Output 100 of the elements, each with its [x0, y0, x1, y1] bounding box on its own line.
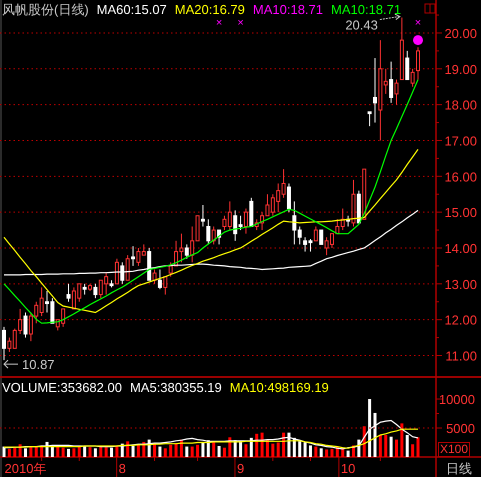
- volume-bar: [378, 434, 382, 457]
- high-price-label: 20.43: [345, 18, 378, 33]
- volume-bar: [164, 448, 167, 457]
- axis-tick-label: 10000: [438, 392, 475, 408]
- volume-bar: [308, 445, 312, 457]
- volume-bar: [142, 442, 146, 457]
- volume-bar: [336, 446, 339, 457]
- date-axis-label: 2010年: [4, 461, 46, 476]
- volume-bar: [153, 444, 156, 457]
- volume-bar: [29, 447, 32, 457]
- volume-bar: [158, 446, 162, 457]
- volume-bar: [325, 449, 328, 457]
- axis-tick-label: 19.00: [444, 62, 477, 77]
- volume-bar: [126, 441, 130, 457]
- volume-bar: [196, 444, 200, 457]
- leader-arrow: [3, 360, 18, 369]
- indicator-value: MA10:18.71: [252, 2, 323, 17]
- volume-bar: [271, 444, 274, 457]
- indicator-value: VOLUME:353682.00: [2, 380, 122, 395]
- volume-bar: [24, 448, 27, 457]
- cross-marker-icon: ×: [237, 17, 244, 29]
- volume-bar: [8, 448, 11, 457]
- volume-bar: [136, 444, 140, 457]
- axis-tick-label: 17.00: [444, 133, 477, 148]
- volume-bar: [132, 446, 135, 457]
- axis-tick-label: 11.00: [445, 348, 477, 364]
- volume-bar: [276, 442, 280, 457]
- leader-arrow: [379, 14, 401, 20]
- volume-bar: [384, 434, 388, 457]
- indicator-value: MA10:18.71: [331, 2, 402, 17]
- cross-marker-icon: ×: [414, 17, 422, 29]
- axis-tick-label: 15.00: [444, 205, 477, 220]
- volume-bar: [104, 447, 108, 457]
- volume-bar: [88, 447, 92, 457]
- volume-bar: [320, 448, 323, 457]
- volume-bar: [395, 440, 398, 457]
- volume-bar: [416, 437, 420, 457]
- volume-bar: [34, 446, 38, 457]
- volume-bar: [298, 441, 302, 457]
- axis-tick-label: 18.00: [444, 98, 477, 113]
- volume-bar: [330, 448, 334, 457]
- volume-bar: [357, 440, 360, 457]
- volume-bar: [292, 438, 296, 457]
- volume-bar: [282, 432, 286, 457]
- cross-marker-icon: ×: [216, 17, 222, 29]
- volume-bar: [56, 446, 60, 457]
- volume-bar: [72, 448, 76, 457]
- chart-title: 风帆股份(日线): [2, 2, 89, 17]
- volume-bar: [390, 436, 393, 457]
- volume-bar: [62, 448, 65, 457]
- volume-bar: [40, 445, 44, 457]
- indicator-value: MA5:380355.19: [130, 380, 222, 395]
- volume-bar: [2, 446, 6, 457]
- axis-tick-label: 13.00: [444, 276, 477, 292]
- volume-bar: [115, 446, 118, 457]
- volume-bar: [266, 440, 269, 457]
- volume-bar: [180, 440, 183, 457]
- indicator-value: MA20:16.79: [174, 2, 245, 17]
- volume-bar: [218, 446, 221, 457]
- volume-bar: [94, 448, 97, 457]
- volume-bar: [341, 448, 344, 457]
- volume-bar: [244, 444, 248, 457]
- volume-bar: [148, 440, 151, 457]
- volume-bar: [304, 442, 307, 457]
- volume-bar: [174, 444, 178, 457]
- date-axis-label: 8: [118, 461, 126, 476]
- axis-tick-label: 20.00: [444, 26, 477, 41]
- indicator-value: MA60:15.07: [96, 2, 167, 17]
- volume-bar: [206, 440, 210, 457]
- axis-tick-label: 14.00: [444, 241, 477, 256]
- volume-bar: [260, 432, 264, 457]
- volume-bar: [234, 440, 237, 457]
- volume-bar: [99, 446, 102, 457]
- period-label: 日线: [446, 461, 472, 476]
- volume-bar: [13, 448, 16, 457]
- axis-tick-label: 12.00: [444, 312, 477, 328]
- volume-bar: [346, 450, 350, 457]
- volume-bar: [110, 448, 114, 457]
- volume-bar: [362, 426, 366, 457]
- volume-bar: [212, 441, 216, 457]
- volume-bar: [250, 438, 253, 457]
- volume-bar: [287, 432, 290, 457]
- volume-bar: [120, 444, 124, 457]
- volume-bar: [222, 448, 226, 457]
- volume-bar: [190, 446, 194, 457]
- indicator-value: MA10:498169.19: [230, 380, 329, 395]
- volume-bar: [400, 423, 404, 457]
- axis-tick-label: 16.00: [444, 169, 477, 184]
- volume-bar: [314, 446, 318, 457]
- date-axis-label: 10: [340, 461, 356, 476]
- volume-bar: [67, 448, 70, 457]
- volume-bar: [239, 440, 242, 457]
- axis-tick-label: 5000: [446, 421, 475, 436]
- volume-bar: [46, 442, 49, 457]
- unit-label: X100: [438, 442, 470, 457]
- volume-bar: [185, 446, 188, 457]
- volume-bar: [228, 437, 232, 457]
- low-price-label: 10.87: [22, 357, 55, 372]
- volume-bar: [78, 446, 81, 457]
- volume-bar: [18, 444, 22, 457]
